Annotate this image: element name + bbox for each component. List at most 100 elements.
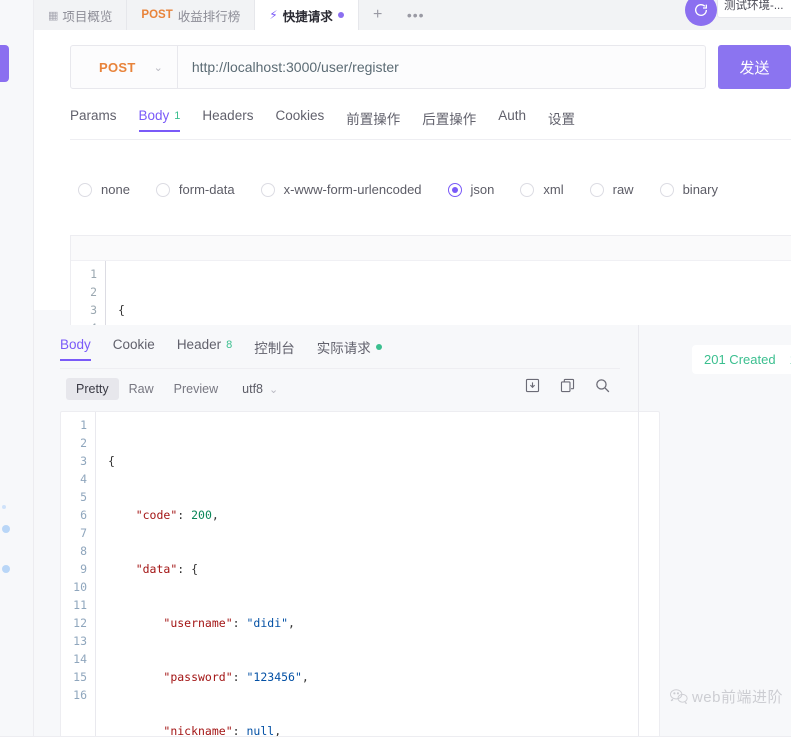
method-selector[interactable]: POST ⌄: [71, 46, 178, 88]
tab-label: 设置: [548, 112, 576, 127]
radio-icon: [447, 182, 462, 197]
tab-overflow-button[interactable]: •••: [396, 0, 435, 30]
tab-strip: ▦ 项目概览 POST 收益排行榜 ⚡ 快捷请求 + ••• 测试环境-...: [34, 0, 791, 30]
tab-revenue-ranking[interactable]: POST 收益排行榜: [127, 0, 256, 30]
radio-label: form-data: [178, 182, 235, 197]
status-dot-icon: [375, 344, 382, 350]
tab-label: Body: [60, 337, 91, 352]
radio-icon: [659, 182, 674, 197]
tab-label: Cookie: [112, 337, 155, 352]
tab-params[interactable]: Params: [70, 108, 117, 132]
tab-auth[interactable]: Auth: [498, 108, 526, 132]
grid-icon: ▦: [48, 9, 58, 22]
request-tabs: Params Body 1 Headers Cookies 前置操作 后置操作 …: [70, 108, 791, 140]
response-panel: Body Cookie Header 8 控制台 实际请求 Pretty Raw…: [34, 325, 791, 737]
encoding-label: utf8: [242, 382, 263, 396]
tab-count-badge: 1: [174, 109, 181, 122]
response-pane-divider[interactable]: [638, 325, 639, 737]
radio-label: raw: [612, 182, 634, 197]
wechat-icon: [670, 689, 688, 704]
response-tab-body[interactable]: Body: [60, 337, 91, 361]
response-toolbar: [524, 377, 611, 394]
body-type-binary[interactable]: binary: [659, 182, 718, 197]
line-number: 1: [80, 418, 87, 432]
body-type-form-data[interactable]: form-data: [155, 182, 235, 197]
line-number: 4: [80, 472, 87, 486]
url-bar: POST ⌄ 发送: [70, 45, 791, 89]
view-mode-raw[interactable]: Raw: [119, 378, 164, 400]
environment-label: 测试环境-...: [724, 0, 784, 12]
response-tab-header[interactable]: Header 8: [177, 337, 232, 361]
line-number: 14: [73, 652, 87, 666]
status-code-label: 201 Created: [704, 352, 776, 367]
body-type-xml[interactable]: xml: [520, 182, 564, 197]
avatar[interactable]: [685, 0, 717, 26]
body-type-x-www-form-urlencoded[interactable]: x-www-form-urlencoded: [260, 182, 422, 197]
encoding-select[interactable]: utf8 ⌄: [242, 382, 278, 396]
tab-quick-request[interactable]: ⚡ 快捷请求: [255, 0, 359, 30]
send-button[interactable]: 发送: [718, 45, 791, 89]
download-icon[interactable]: [524, 377, 541, 394]
tab-settings[interactable]: 设置: [548, 108, 575, 137]
tab-pre-operation[interactable]: 前置操作: [346, 108, 400, 137]
body-type-raw[interactable]: raw: [589, 182, 634, 197]
body-type-none[interactable]: none: [78, 182, 130, 197]
tab-body[interactable]: Body 1: [138, 108, 181, 132]
tab-cookies[interactable]: Cookies: [275, 108, 324, 132]
code-line: "data": {: [135, 562, 199, 576]
response-tabs: Body Cookie Header 8 控制台 实际请求: [60, 337, 382, 366]
view-mode-preview[interactable]: Preview: [164, 378, 228, 400]
tab-label: 实际请求: [316, 341, 371, 356]
unsaved-dot-icon: [337, 12, 344, 18]
body-type-json[interactable]: json: [447, 182, 495, 197]
response-left-pane: Body Cookie Header 8 控制台 实际请求 Pretty Raw…: [34, 325, 660, 737]
tab-label: Cookies: [275, 108, 325, 123]
tab-count-badge: 8: [226, 338, 233, 351]
tab-project-overview[interactable]: ▦ 项目概览: [34, 0, 128, 30]
line-number: 11: [73, 598, 87, 612]
tab-label: 控制台: [254, 341, 295, 356]
code-line: "username": "didi",: [163, 616, 295, 630]
response-code-area[interactable]: 1 2 3 4 5 6 7 8 9 10 11 12 13 14 15 16 {…: [61, 412, 659, 737]
response-tab-cookie[interactable]: Cookie: [113, 337, 155, 361]
code-line: {: [108, 454, 115, 468]
response-tab-console[interactable]: 控制台: [254, 337, 295, 366]
response-tab-actual-request[interactable]: 实际请求: [317, 337, 382, 366]
line-number: 2: [90, 285, 97, 299]
radio-label: json: [470, 182, 495, 197]
code-line: "code": 200,: [135, 508, 219, 522]
radio-icon: [260, 182, 275, 197]
tab-headers[interactable]: Headers: [202, 108, 253, 132]
line-number: 5: [80, 490, 87, 504]
url-input[interactable]: [177, 59, 705, 75]
request-tabs-divider: [70, 139, 791, 140]
line-number: 15: [73, 670, 87, 684]
tab-post-operation[interactable]: 后置操作: [422, 108, 476, 137]
radio-icon: [520, 182, 535, 197]
api-client-window: ▦ 项目概览 POST 收益排行榜 ⚡ 快捷请求 + ••• 测试环境-...: [0, 0, 791, 737]
copy-icon[interactable]: [559, 377, 576, 394]
code-line: {: [118, 303, 125, 317]
body-type-radio-group: none form-data x-www-form-urlencoded jso…: [78, 182, 744, 197]
radio-icon: [78, 182, 92, 197]
method-label: POST: [99, 59, 136, 75]
tab-label: 收益排行榜: [177, 9, 241, 24]
editor-toolbar: [71, 236, 791, 261]
radio-icon: [589, 182, 604, 197]
new-tab-button[interactable]: +: [358, 0, 397, 30]
view-mode-pretty[interactable]: Pretty: [66, 378, 119, 400]
response-body-editor[interactable]: 1 2 3 4 5 6 7 8 9 10 11 12 13 14 15 16 {…: [60, 411, 660, 737]
tab-label: 项目概览: [62, 9, 113, 24]
left-rail: [0, 0, 34, 737]
response-gutter: 1 2 3 4 5 6 7 8 9 10 11 12 13 14 15 16: [61, 412, 95, 737]
line-number: 3: [90, 303, 97, 317]
response-code-lines[interactable]: { "code": 200, "data": { "username": "di…: [95, 412, 659, 737]
sidebar-collapse-handle[interactable]: [0, 45, 9, 82]
response-tabs-divider: [60, 368, 620, 369]
tab-label: 前置操作: [346, 112, 401, 127]
response-view-mode-group: Pretty Raw Preview utf8 ⌄: [66, 378, 278, 400]
bolt-icon: ⚡: [269, 8, 278, 22]
line-number: 8: [80, 544, 87, 558]
search-icon[interactable]: [594, 377, 611, 394]
environment-select[interactable]: 测试环境-...: [717, 0, 791, 18]
